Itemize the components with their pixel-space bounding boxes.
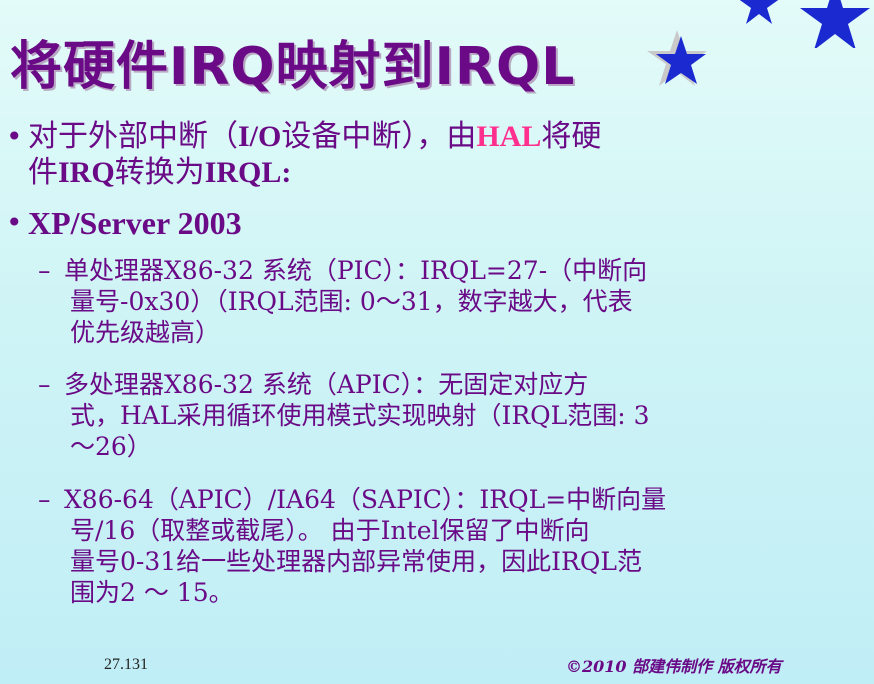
bullet-text: XP/Server 2003: [28, 205, 242, 241]
dash-marker: –: [38, 370, 51, 399]
dash-marker: –: [38, 485, 51, 514]
bullet-dot: •: [6, 206, 23, 239]
star-icon: [739, 0, 779, 24]
sub-item-multiprocessor: – 多处理器X86-32 系统（APIC）：无固定对应方 式，HAL采用循环使用模…: [38, 370, 650, 461]
hal-highlight: HAL: [476, 120, 542, 153]
star-icon: [647, 30, 707, 86]
page-title: 将硬件IRQ映射到IRQL: [10, 37, 576, 97]
sub-item-uniprocessor: – 单处理器X86-32 系统（PIC）：IRQL=27-（中断向 量号-0x30…: [38, 256, 648, 347]
page-number: 27.131: [104, 656, 148, 673]
bullet-xp-server: • XP/Server 2003: [6, 206, 242, 240]
dash-marker: –: [38, 256, 51, 285]
bullet-external-interrupt: • 对于外部中断（I/O设备中断），由HAL将硬: [6, 120, 601, 154]
bullet-text-continued: 件IRQ转换为IRQL:: [28, 155, 292, 190]
bullet-text: 对于外部中断（I/O设备中断），由HAL将硬: [28, 119, 602, 154]
copyright-notice: ©2010 郜建伟制作 版权所有: [566, 657, 782, 676]
sub-item-x86-64: – X86-64（APIC）/IA64（SAPIC）：IRQL=中断向量 号/16…: [38, 485, 667, 607]
star-icon: [800, 0, 870, 48]
bullet-dot: •: [6, 120, 23, 153]
